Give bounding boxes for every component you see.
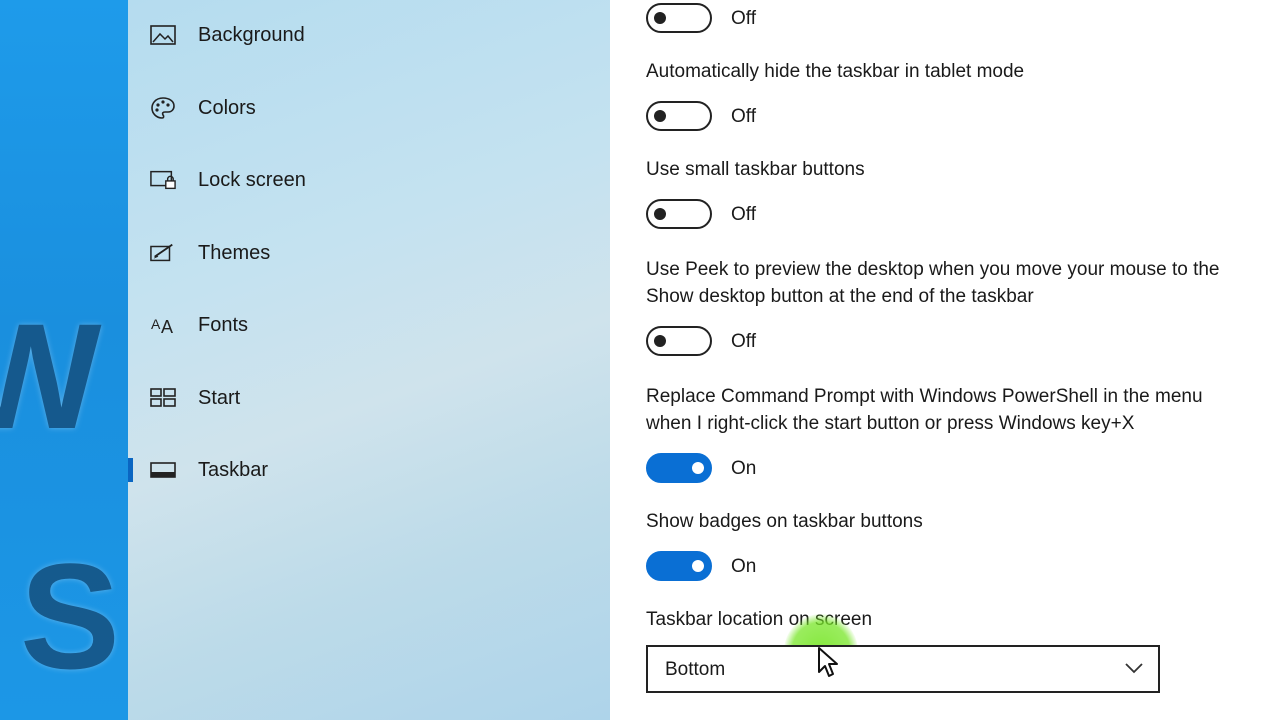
dropdown-selected-value: Bottom xyxy=(665,659,726,680)
toggle-knob xyxy=(692,560,704,572)
toggle-state-text: On xyxy=(731,458,757,479)
toggle-knob xyxy=(654,335,666,347)
toggle-knob xyxy=(654,208,666,220)
auto-hide-tablet-label: Automatically hide the taskbar in tablet… xyxy=(646,61,1025,82)
fonts-icon: AA xyxy=(150,314,176,336)
sidebar-item-label: Themes xyxy=(198,241,271,264)
desktop-wallpaper: W S xyxy=(0,0,128,720)
sidebar-item-fonts[interactable]: AA Fonts xyxy=(128,297,610,353)
sidebar-item-themes[interactable]: Themes xyxy=(128,225,610,281)
peek-toggle[interactable] xyxy=(646,326,712,356)
small-buttons-toggle[interactable] xyxy=(646,199,712,229)
taskbar-icon xyxy=(150,459,176,481)
svg-text:A: A xyxy=(151,316,161,332)
small-buttons-label: Use small taskbar buttons xyxy=(646,159,865,180)
toggle-state-text: Off xyxy=(731,204,756,225)
sidebar-item-lock-screen[interactable]: Lock screen xyxy=(128,152,610,208)
sidebar-item-taskbar[interactable]: Taskbar xyxy=(128,442,610,498)
peek-label-line2: Show desktop button at the end of the ta… xyxy=(646,286,1034,307)
palette-icon xyxy=(150,97,176,119)
sidebar-item-label: Fonts xyxy=(198,313,249,336)
toggle-state-text: Off xyxy=(731,8,756,29)
settings-sidebar: Background Colors Lock screen Themes AA … xyxy=(128,0,610,720)
toggle-state-text: On xyxy=(731,556,757,577)
sidebar-item-colors[interactable]: Colors xyxy=(128,80,610,136)
taskbar-location-label: Taskbar location on screen xyxy=(646,609,873,630)
chevron-down-icon xyxy=(1124,661,1144,680)
lock-screen-icon xyxy=(150,169,176,191)
wallpaper-text-line2: S xyxy=(20,532,121,700)
themes-icon xyxy=(150,242,176,264)
sidebar-item-label: Taskbar xyxy=(198,458,269,481)
svg-text:A: A xyxy=(161,317,173,336)
powershell-label-line1: Replace Command Prompt with Windows Powe… xyxy=(646,386,1203,407)
powershell-toggle[interactable] xyxy=(646,453,712,483)
toggle-state-text: Off xyxy=(731,106,756,127)
toggle-knob xyxy=(654,110,666,122)
sidebar-item-label: Lock screen xyxy=(198,168,306,191)
badges-label: Show badges on taskbar buttons xyxy=(646,511,923,532)
toggle-knob xyxy=(692,462,704,474)
sidebar-item-start[interactable]: Start xyxy=(128,370,610,426)
selection-indicator xyxy=(128,458,133,482)
sidebar-item-label: Background xyxy=(198,23,305,46)
picture-icon xyxy=(150,24,176,46)
sidebar-item-label: Start xyxy=(198,386,241,409)
toggle-knob xyxy=(654,12,666,24)
taskbar-settings-pane: Off Automatically hide the taskbar in ta… xyxy=(610,0,1280,720)
toggle-state-text: Off xyxy=(731,331,756,352)
auto-hide-tablet-toggle[interactable] xyxy=(646,101,712,131)
top-setting-toggle[interactable] xyxy=(646,3,712,33)
sidebar-item-label: Colors xyxy=(198,96,256,119)
sidebar-item-background[interactable]: Background xyxy=(128,7,610,63)
wallpaper-text-line1: W xyxy=(0,292,102,460)
powershell-label-line2: when I right-click the start button or p… xyxy=(646,413,1135,434)
taskbar-location-dropdown[interactable]: Bottom xyxy=(646,645,1160,693)
badges-toggle[interactable] xyxy=(646,551,712,581)
start-icon xyxy=(150,387,176,409)
peek-label-line1: Use Peek to preview the desktop when you… xyxy=(646,259,1220,280)
